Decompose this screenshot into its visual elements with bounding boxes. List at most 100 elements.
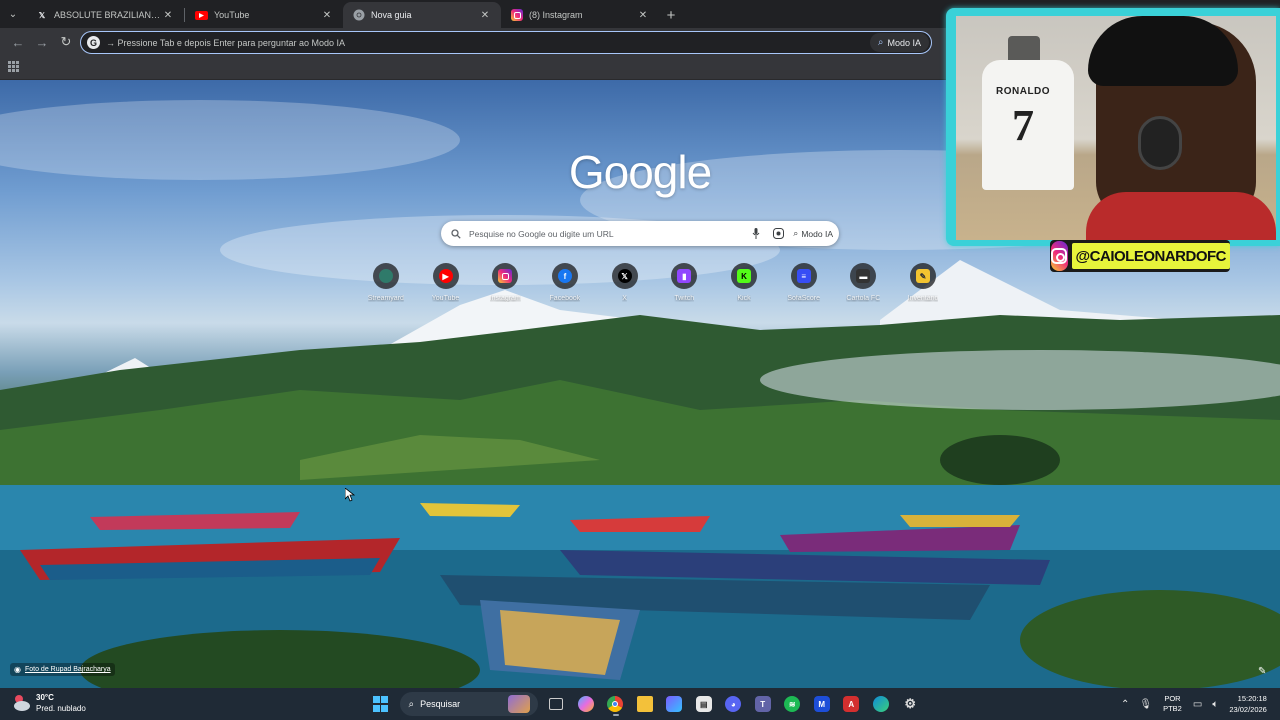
edge-button[interactable] (866, 692, 896, 716)
teams-icon: T (754, 696, 771, 712)
notes-taskbar-button[interactable]: ▤ (689, 692, 719, 716)
start-button[interactable] (366, 692, 396, 716)
arrow-left-icon: ← (11, 34, 25, 50)
reload-button[interactable]: ↻ (54, 30, 78, 54)
copilot-button[interactable] (571, 692, 601, 716)
search-input[interactable]: Pesquise no Google ou digite um URL (469, 229, 741, 239)
close-icon[interactable]: ✕ (321, 10, 333, 21)
teams-button[interactable]: T (748, 692, 778, 716)
display-icon[interactable]: ▭ (1193, 699, 1202, 710)
shortcut-kick[interactable]: K Kick (714, 263, 774, 302)
settings-button[interactable]: ⚙ (896, 692, 926, 716)
close-icon[interactable]: ✕ (479, 10, 491, 21)
task-view-button[interactable] (542, 692, 572, 716)
system-tray: ⌃ 🎙︎ POR PTB2 ▭ 🔈︎ 15:20:18 23/02/2026 (1116, 692, 1267, 716)
weather-widget[interactable]: 30°C Pred. nublado (12, 692, 86, 714)
ai-mode-label: Modo IA (887, 37, 921, 48)
ai-mode-button[interactable]: ⌕ Modo IA (869, 33, 929, 52)
weather-condition: Pred. nublado (36, 704, 86, 713)
edge-icon (872, 696, 889, 712)
photo-credit-text: Foto de Rupad Bajracharya (24, 666, 111, 673)
shortcut-sofascore[interactable]: ≡ SofaScore (774, 263, 834, 302)
active-indicator (612, 714, 619, 716)
file-explorer-button[interactable] (630, 692, 660, 716)
arrow-right-icon: → (35, 34, 49, 50)
new-tab-button[interactable]: + (659, 3, 683, 27)
discord-button[interactable]: ◕ (719, 692, 749, 716)
chevron-up-icon[interactable]: ⌃ (1121, 699, 1129, 710)
spotify-button[interactable]: ≋ (778, 692, 808, 716)
customize-pencil-icon[interactable]: ✎ (1258, 666, 1266, 677)
forward-button[interactable]: → (30, 30, 54, 54)
tab-search-button[interactable]: ⌄ (0, 2, 26, 26)
tab-youtube[interactable]: YouTube ✕ (185, 2, 343, 28)
microphone-icon[interactable] (749, 227, 763, 241)
youtube-icon: ▶ (438, 269, 453, 283)
streamer-shirt (1086, 192, 1276, 240)
lens-icon[interactable] (771, 227, 785, 241)
photo-credit-link[interactable]: ◉ Foto de Rupad Bajracharya (10, 663, 115, 676)
app-button[interactable] (660, 692, 690, 716)
windows-icon (372, 696, 389, 712)
taskbar-search[interactable]: ⌕ Pesquisar (399, 692, 538, 716)
shortcut-label: X (622, 295, 627, 302)
microphone-icon[interactable]: 🎙︎ (1139, 699, 1152, 710)
pdf-button[interactable]: A (837, 692, 867, 716)
chrome-taskbar-button[interactable] (601, 692, 631, 716)
tab-x[interactable]: 𝕏 ABSOLUTE BRAZILIAN on X: "Q... ✕ (26, 2, 184, 28)
kick-icon: K (736, 269, 751, 283)
streamyard-icon (378, 269, 393, 283)
search-icon (451, 228, 461, 239)
close-icon[interactable]: ✕ (637, 10, 649, 21)
shortcut-youtube[interactable]: ▶ YouTube (416, 263, 476, 302)
shortcuts-row: Streamyard ▶ YouTube Instagram f Faceboo… (356, 263, 953, 302)
ai-search-icon: ⌕ (877, 37, 884, 48)
shortcut-label: Instagram (489, 295, 521, 302)
x-icon: 𝕏 (38, 10, 46, 20)
language-indicator[interactable]: POR PTB2 (1163, 694, 1182, 714)
cloud-sun-icon (12, 693, 32, 713)
tab-instagram[interactable]: (8) Instagram ✕ (501, 2, 659, 28)
gear-icon: ⚙ (904, 696, 917, 711)
taskbar-apps: ⌕ Pesquisar ▤ ◕ T ≋ M A ⚙ (366, 692, 925, 716)
clock-time: 15:20:18 (1237, 694, 1267, 703)
instagram-icon (1051, 241, 1068, 271)
clock[interactable]: 15:20:18 23/02/2026 (1229, 693, 1267, 715)
social-handle: @CAIOLEONARDOFC (1071, 243, 1230, 269)
mouse-cursor-icon (345, 488, 355, 502)
shortcut-cartola[interactable]: ▬ Cartola FC (834, 263, 894, 302)
google-g-icon: G (87, 36, 100, 49)
ai-mode-label: Modo IA (801, 228, 833, 239)
shortcut-streamyard[interactable]: Streamyard (356, 263, 416, 302)
copilot-icon (577, 696, 594, 712)
notes-icon: ▤ (695, 696, 712, 712)
weather-temp: 30°C (36, 693, 54, 702)
shortcut-facebook[interactable]: f Facebook (535, 263, 595, 302)
malwarebytes-button[interactable]: M (807, 692, 837, 716)
jersey-name: RONALDO (996, 86, 1051, 97)
ai-mode-search-button[interactable]: ⌕ Modo IA (793, 228, 833, 239)
volume-icon[interactable]: 🔈︎ (1212, 699, 1218, 710)
tab-title: YouTube (214, 10, 250, 20)
jersey: RONALDO 7 (982, 60, 1074, 190)
shortcut-twitch[interactable]: ▮ Twitch (654, 263, 714, 302)
address-bar[interactable]: G → Pressione Tab e depois Enter para pe… (80, 31, 932, 54)
back-button[interactable]: ← (6, 30, 30, 54)
spotify-icon: ≋ (784, 696, 801, 712)
apps-grid-icon[interactable] (8, 61, 19, 72)
shortcut-inventario[interactable]: ✎ Inventário (893, 263, 953, 302)
shortcut-label: SofaScore (787, 295, 820, 302)
camera-icon: ◉ (14, 665, 21, 674)
cartola-icon: ▬ (856, 269, 871, 283)
search-icon: ⌕ (408, 698, 415, 710)
close-icon[interactable]: ✕ (162, 10, 174, 21)
shortcut-instagram[interactable]: Instagram (475, 263, 535, 302)
instagram-icon (511, 9, 523, 21)
youtube-icon (195, 10, 208, 20)
bing-icon (507, 695, 530, 713)
shortcut-label: Streamyard (367, 295, 404, 302)
tab-nova-guia[interactable]: Nova guia ✕ (343, 2, 501, 28)
search-box[interactable]: Pesquise no Google ou digite um URL ⌕ Mo… (441, 221, 839, 246)
headset (1138, 116, 1182, 170)
shortcut-x[interactable]: 𝕏 X (595, 263, 655, 302)
